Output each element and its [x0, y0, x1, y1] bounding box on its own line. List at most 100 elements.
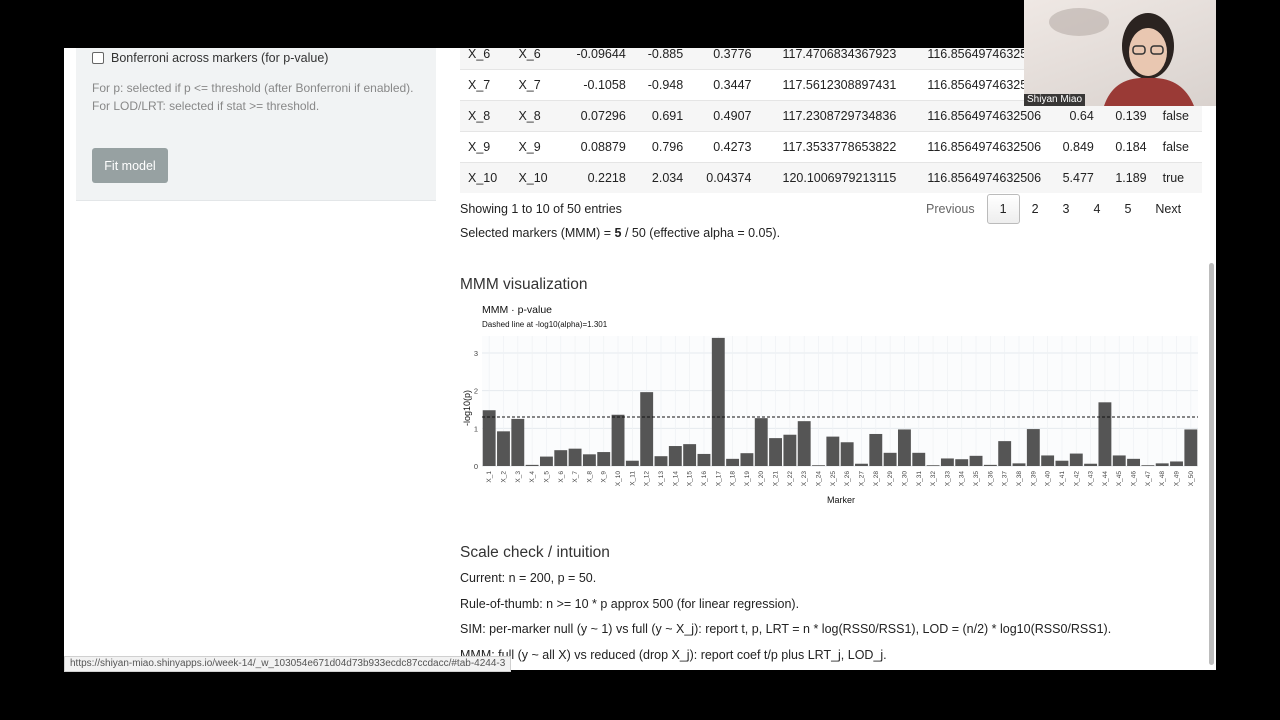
- cell-lod: 0.184: [1101, 131, 1155, 163]
- page-button-2[interactable]: 2: [1020, 195, 1051, 223]
- x-tick-label: X_19: [744, 471, 751, 487]
- bar: [625, 460, 639, 466]
- cell-marker: X_9: [460, 131, 511, 163]
- x-tick-label: X_22: [787, 471, 794, 487]
- mmm-chart: MMM · p-value Dashed line at -log10(alph…: [460, 298, 1208, 528]
- cell-lrt: 0.849: [1049, 131, 1102, 163]
- bar: [1069, 453, 1083, 466]
- bar: [611, 414, 625, 466]
- bonferroni-row[interactable]: Bonferroni across markers (for p-value): [92, 51, 328, 65]
- cell-coef: -0.1058: [560, 69, 634, 101]
- scale-sim: SIM: per-marker null (y ~ 1) vs full (y …: [460, 622, 1112, 636]
- cell-rss0: 117.5612308897431: [759, 69, 905, 101]
- cell-rss0: 117.4706834367923: [759, 48, 905, 70]
- page-button-3[interactable]: 3: [1051, 195, 1082, 223]
- table-info: Showing 1 to 10 of 50 entries: [460, 202, 622, 216]
- bar: [683, 444, 697, 466]
- y-axis-label: -log10(p): [462, 390, 472, 426]
- x-tick-label: X_36: [987, 471, 994, 487]
- scale-heading: Scale check / intuition: [460, 544, 610, 561]
- x-tick-label: X_49: [1174, 471, 1181, 487]
- bar: [1184, 429, 1198, 466]
- bar: [654, 456, 668, 466]
- bar: [482, 410, 496, 466]
- fit-model-button[interactable]: Fit model: [92, 148, 168, 183]
- bar: [855, 463, 868, 466]
- x-tick-label: X_21: [773, 471, 780, 487]
- y-tick-label: 0: [474, 462, 478, 471]
- x-tick-label: X_38: [1016, 471, 1023, 487]
- x-tick-label: X_25: [830, 471, 837, 487]
- bar: [1012, 463, 1026, 466]
- cell-p: 0.4273: [691, 131, 760, 163]
- x-tick-label: X_28: [873, 471, 880, 487]
- x-tick-label: X_37: [1002, 471, 1009, 487]
- cell-t: -0.885: [633, 48, 692, 70]
- bar: [497, 431, 510, 466]
- x-tick-label: X_47: [1145, 471, 1152, 487]
- cell-coef: 0.07296: [560, 100, 634, 132]
- bar: [912, 452, 926, 466]
- bar: [525, 464, 539, 466]
- previous-page-button[interactable]: Previous: [914, 195, 987, 223]
- page-button-5[interactable]: 5: [1112, 195, 1143, 223]
- x-tick-label: X_14: [672, 471, 679, 487]
- y-tick-label: 3: [474, 349, 478, 358]
- next-page-button[interactable]: Next: [1143, 195, 1193, 223]
- sidebar-panel: Bonferroni across markers (for p-value) …: [76, 48, 436, 201]
- cell-p: 0.3776: [691, 48, 760, 70]
- cell-p: 0.4907: [691, 100, 760, 132]
- cell-marker: X_6: [460, 48, 511, 70]
- y-tick-label: 2: [474, 387, 478, 396]
- bar: [769, 438, 783, 466]
- scale-rule: Rule-of-thumb: n >= 10 * p approx 500 (f…: [460, 597, 800, 611]
- bar: [582, 454, 596, 466]
- cell-p: 0.04374: [691, 162, 760, 193]
- bar: [726, 458, 740, 466]
- x-tick-label: X_35: [973, 471, 980, 487]
- x-tick-label: X_20: [758, 471, 765, 487]
- x-tick-label: X_5: [543, 471, 550, 483]
- chart-title: MMM · p-value: [482, 304, 552, 316]
- cell-t: -0.948: [633, 69, 692, 101]
- bar: [998, 441, 1012, 466]
- app-page: Bonferroni across markers (for p-value) …: [64, 48, 1216, 670]
- cell-lod: 1.189: [1101, 162, 1155, 193]
- bar: [955, 459, 969, 466]
- bar: [1170, 461, 1183, 466]
- bar: [640, 392, 654, 466]
- cell-rss0: 117.2308729734836: [759, 100, 905, 132]
- bar: [1127, 458, 1141, 466]
- bar: [783, 434, 797, 466]
- selected-count: 5: [614, 226, 622, 240]
- page-scrollbar[interactable]: [1209, 263, 1214, 665]
- mmm-chart-svg: MMM · p-value Dashed line at -log10(alph…: [462, 304, 1198, 505]
- webcam-overlay: Shiyan Miao: [1024, 0, 1216, 106]
- threshold-help: For p: selected if p <= threshold (after…: [92, 79, 414, 115]
- cell-name: X_8: [510, 100, 561, 132]
- bar: [1098, 402, 1112, 466]
- x-tick-label: X_15: [687, 471, 694, 487]
- page-button-4[interactable]: 4: [1082, 195, 1113, 223]
- x-tick-label: X_10: [615, 471, 622, 487]
- bar: [597, 452, 611, 466]
- cell-sel: false: [1154, 131, 1202, 163]
- selected-prefix: Selected markers (MMM) =: [460, 226, 615, 240]
- bar: [697, 453, 711, 466]
- bar: [969, 455, 983, 466]
- bar: [1026, 429, 1040, 466]
- x-tick-label: X_11: [629, 471, 636, 486]
- x-tick-label: X_23: [801, 471, 808, 487]
- bonferroni-checkbox[interactable]: [92, 52, 104, 64]
- x-tick-label: X_6: [558, 471, 565, 483]
- bar: [568, 448, 582, 466]
- page-button-1[interactable]: 1: [986, 194, 1020, 224]
- bar: [740, 453, 754, 466]
- bar: [840, 442, 854, 466]
- cell-rss0: 120.1006979213115: [759, 162, 905, 193]
- bar: [797, 421, 811, 466]
- status-url-bar: https://shiyan-miao.shinyapps.io/week-14…: [64, 656, 512, 672]
- x-tick-label: X_3: [515, 471, 522, 483]
- bar: [883, 452, 897, 466]
- selected-markers-text: Selected markers (MMM) = 5 / 50 (effecti…: [460, 226, 780, 240]
